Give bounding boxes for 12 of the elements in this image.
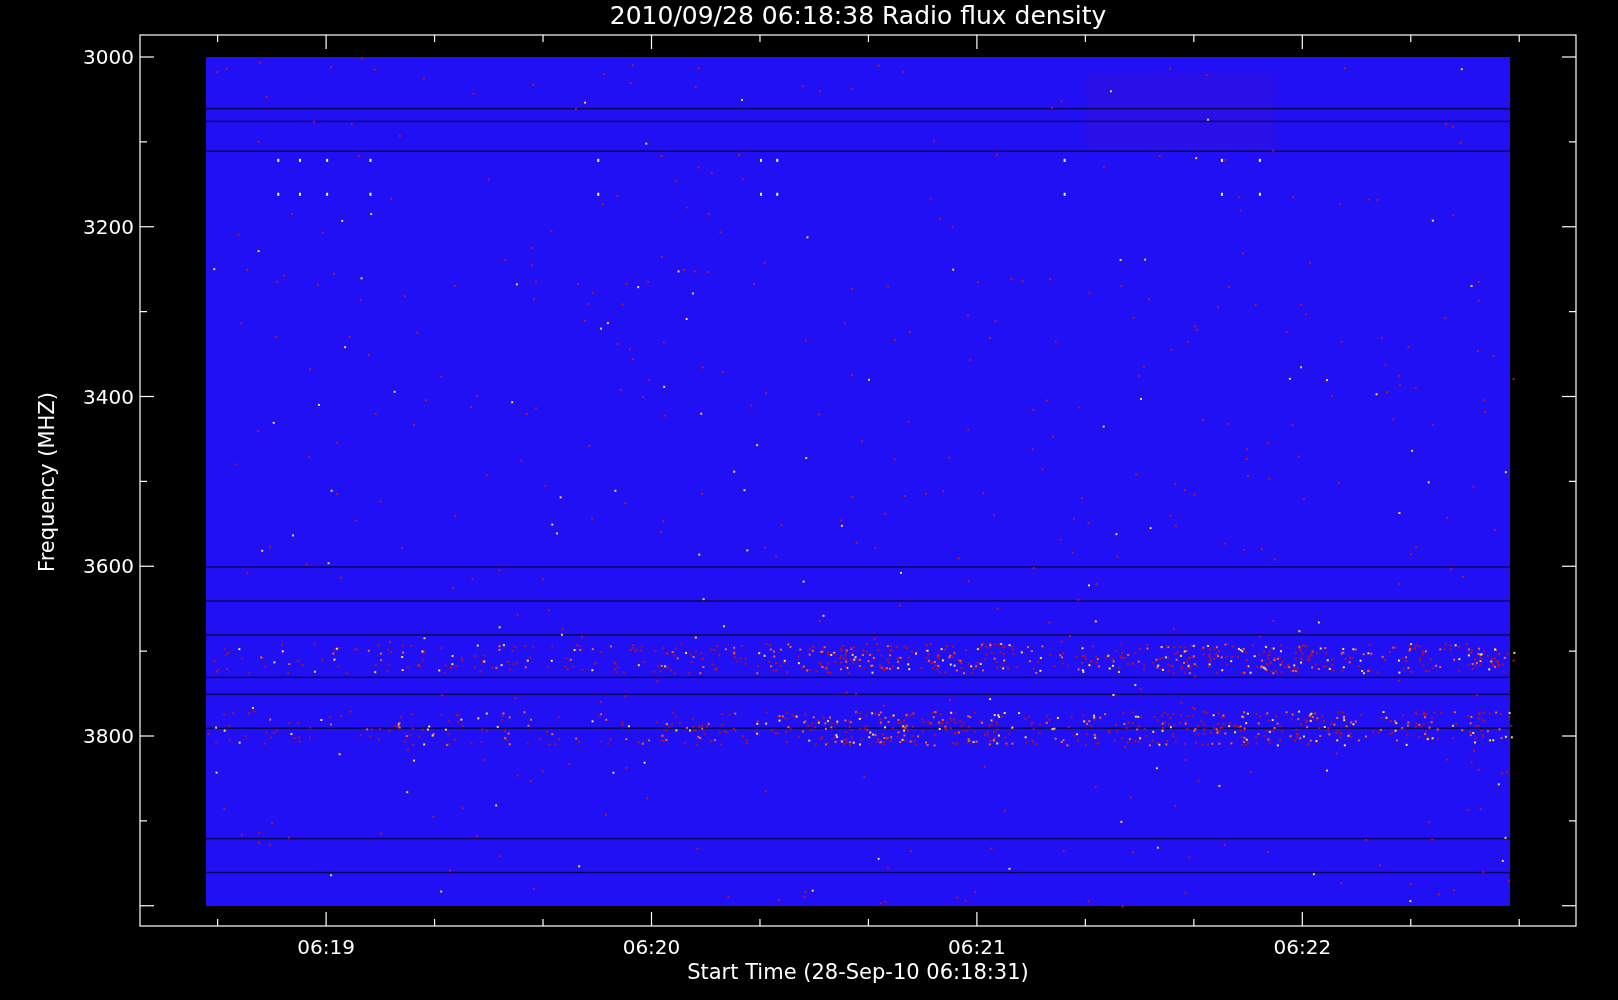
axis-tick-label: 06:19 [297,935,355,959]
axis-tick-label: 3400 [83,384,134,409]
axis-label: Frequency (MHZ) [35,392,59,572]
axis-tick-label: 3800 [83,724,134,748]
axis-tick-label: 06:20 [622,935,681,959]
axis-tick-label: 06:22 [1273,935,1332,959]
axis-tick-label: 06:21 [948,935,1006,959]
axis-tick-label: 3200 [83,214,134,239]
plot-title: 2010/09/28 06:18:38 Radio flux density [609,1,1107,30]
axis-tick-label: 3600 [83,554,134,579]
axis-label: Start Time (28-Sep-10 06:18:31) [687,960,1029,984]
axis-tick-label: 3000 [83,45,134,69]
